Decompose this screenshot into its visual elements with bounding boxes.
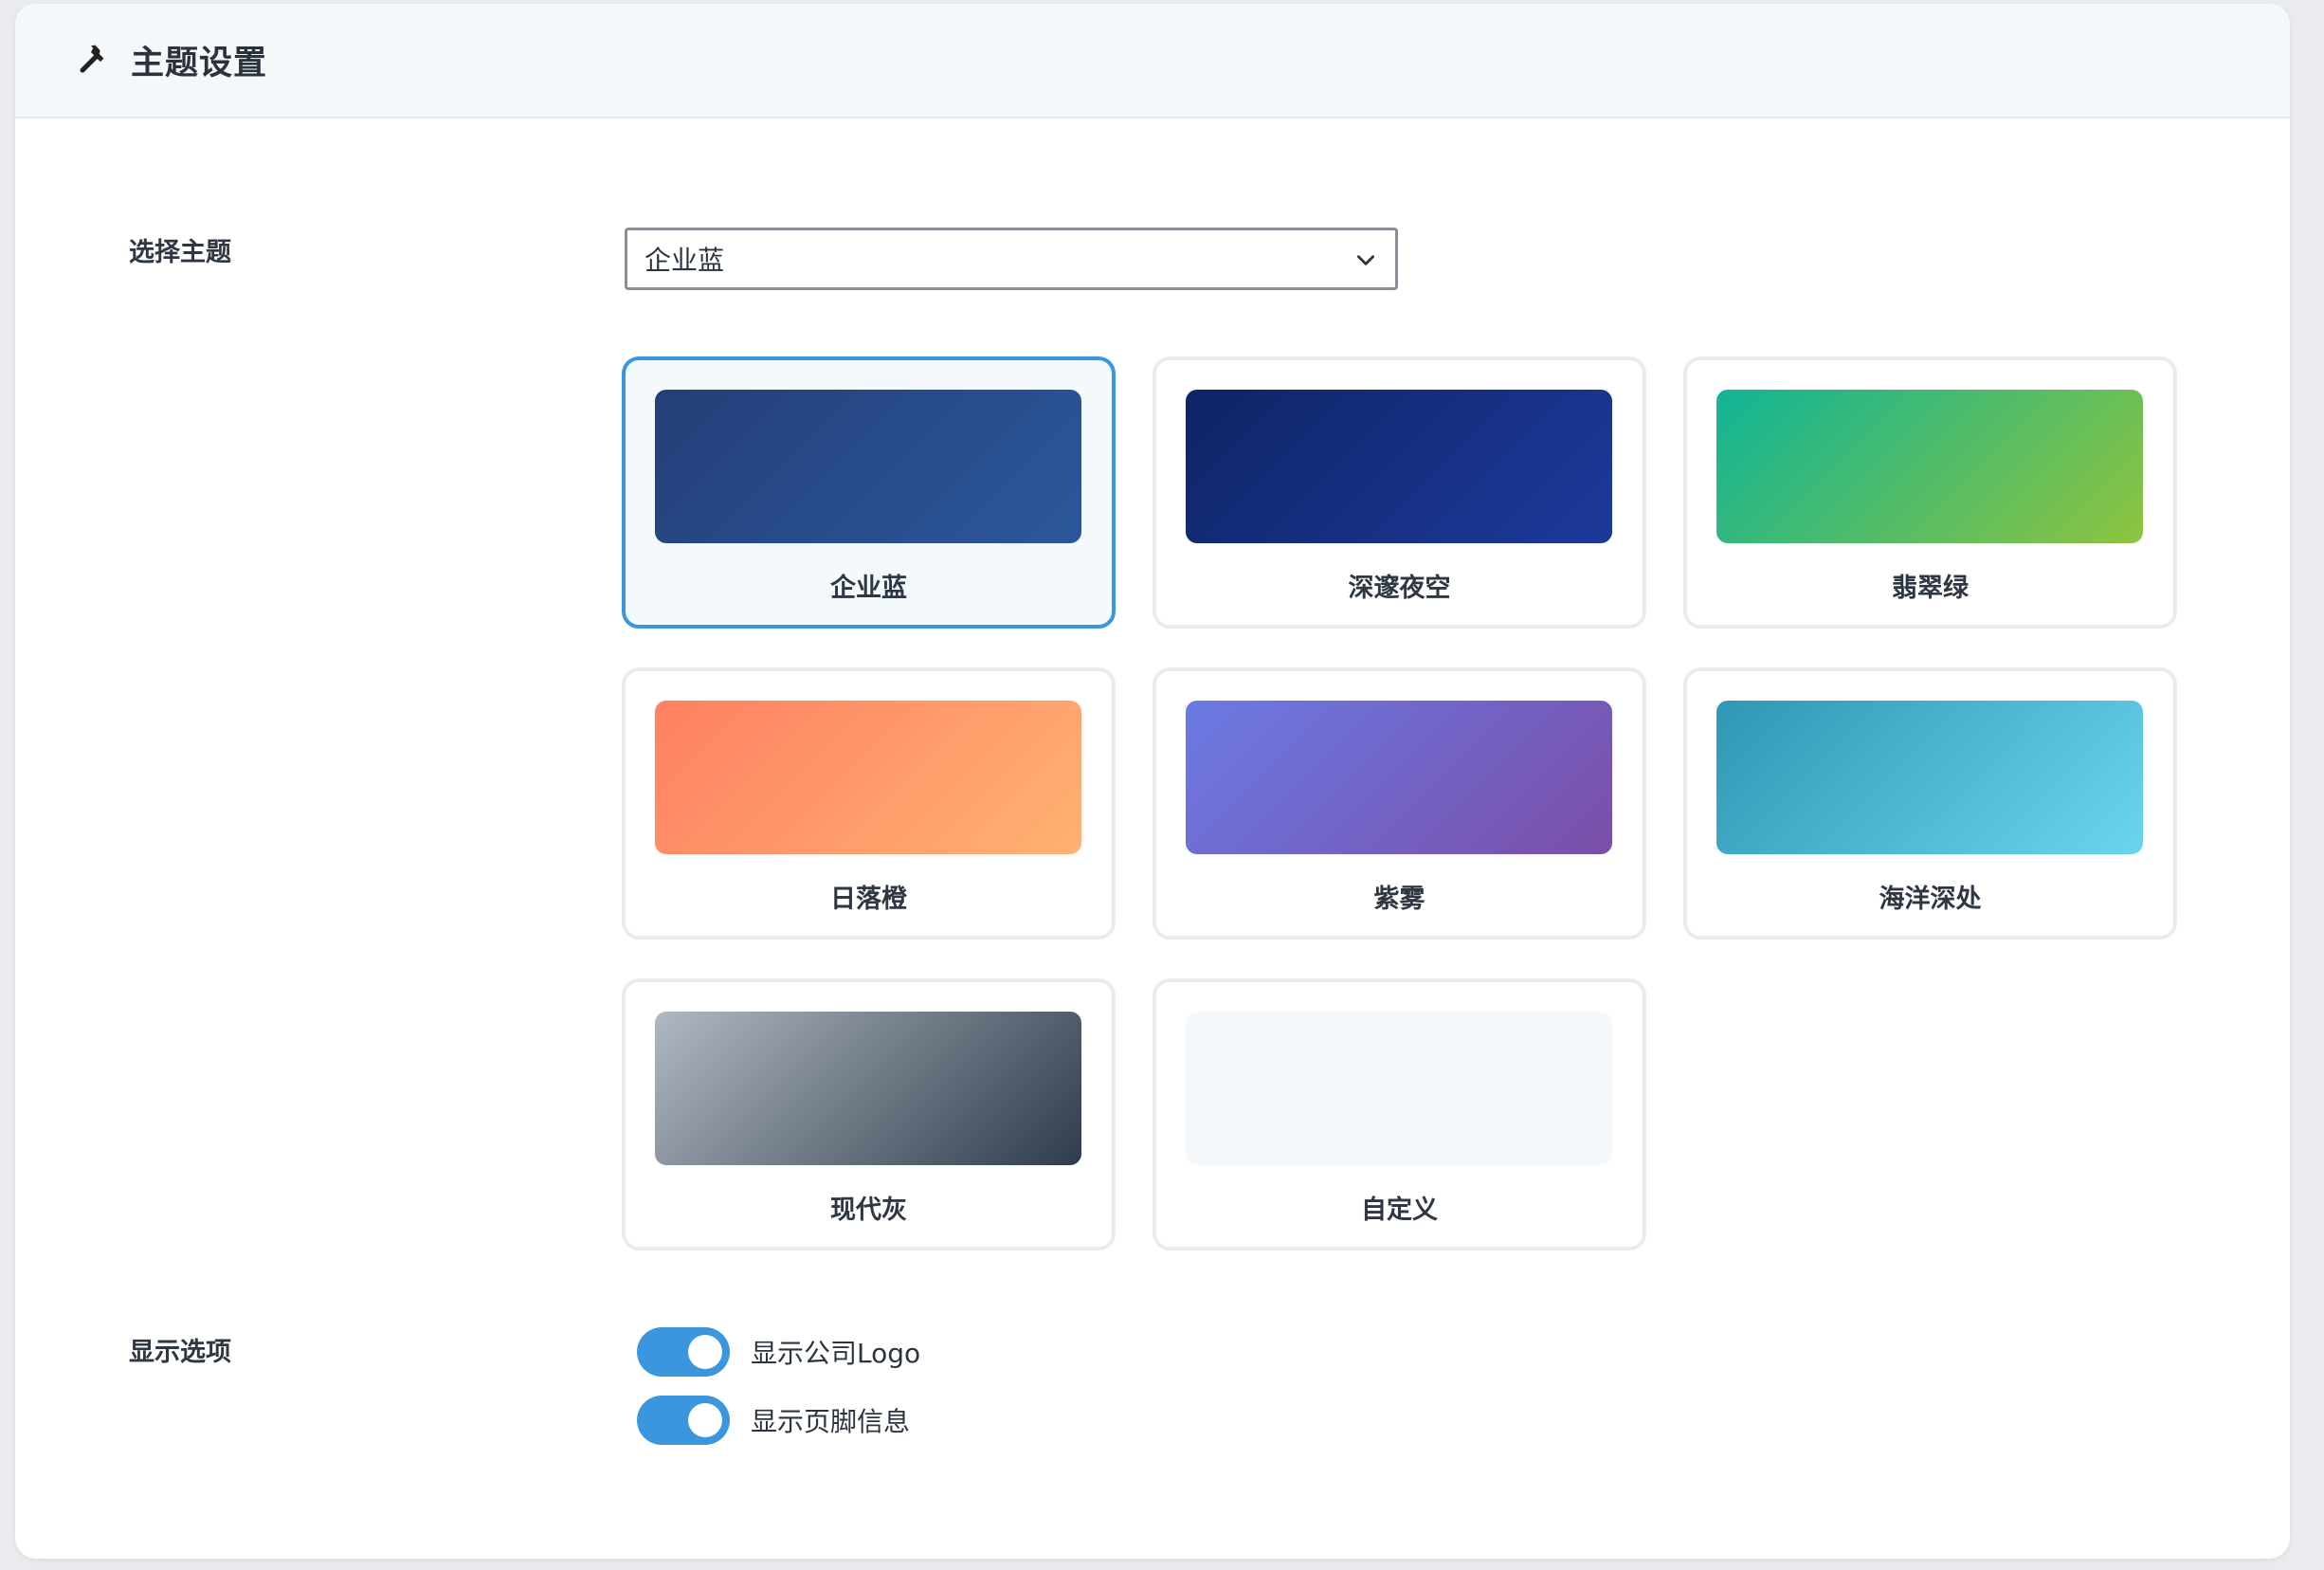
theme-card[interactable]: 海洋深处 — [1683, 667, 2177, 940]
theme-select[interactable]: 企业蓝 — [625, 228, 1398, 290]
theme-card[interactable]: 翡翠绿 — [1683, 356, 2177, 629]
theme-card-name: 深邃夜空 — [1348, 574, 1451, 603]
hammer-icon — [72, 42, 110, 80]
theme-card-name: 自定义 — [1361, 1196, 1438, 1225]
theme-card-name: 现代灰 — [830, 1196, 907, 1225]
theme-select-value: 企业蓝 — [645, 245, 725, 276]
theme-card[interactable]: 现代灰 — [622, 978, 1116, 1251]
theme-card[interactable]: 紫雾 — [1153, 667, 1646, 940]
theme-swatch — [1186, 1012, 1612, 1165]
theme-swatch — [655, 701, 1081, 854]
toggle-knob — [688, 1403, 722, 1437]
display-options-label: 显示选项 — [129, 1338, 231, 1367]
theme-swatch — [655, 1012, 1081, 1165]
theme-card[interactable]: 深邃夜空 — [1153, 356, 1646, 629]
chevron-down-icon — [1353, 247, 1378, 272]
theme-swatch — [1716, 701, 2143, 854]
panel-title: 主题设置 — [131, 45, 268, 82]
theme-card-name: 日落橙 — [830, 885, 907, 914]
theme-swatch — [655, 390, 1081, 543]
theme-card[interactable]: 日落橙 — [622, 667, 1116, 940]
panel-header: 主题设置 — [15, 4, 2290, 119]
show-logo-toggle[interactable] — [637, 1327, 730, 1377]
theme-swatch — [1716, 390, 2143, 543]
show-logo-label: 显示公司Logo — [751, 1338, 921, 1369]
show-footer-label: 显示页脚信息 — [751, 1406, 911, 1437]
theme-select-label: 选择主题 — [129, 238, 231, 267]
show-footer-toggle[interactable] — [637, 1396, 730, 1445]
theme-card[interactable]: 自定义 — [1153, 978, 1646, 1251]
theme-card[interactable]: 企业蓝 — [622, 356, 1116, 629]
toggle-show-logo-row: 显示公司Logo — [637, 1327, 920, 1377]
theme-card-name: 翡翠绿 — [1892, 574, 1969, 603]
theme-settings-panel: 主题设置 选择主题 企业蓝 企业蓝 深邃夜空 翡翠绿 日落橙 紫雾 海洋深处 现… — [15, 4, 2290, 1559]
theme-swatch — [1186, 701, 1612, 854]
toggle-show-footer-row: 显示页脚信息 — [637, 1396, 910, 1445]
toggle-knob — [688, 1335, 722, 1369]
theme-card-name: 企业蓝 — [830, 574, 907, 603]
theme-swatch — [1186, 390, 1612, 543]
theme-card-name: 海洋深处 — [1879, 885, 1982, 914]
theme-card-name: 紫雾 — [1373, 885, 1425, 914]
